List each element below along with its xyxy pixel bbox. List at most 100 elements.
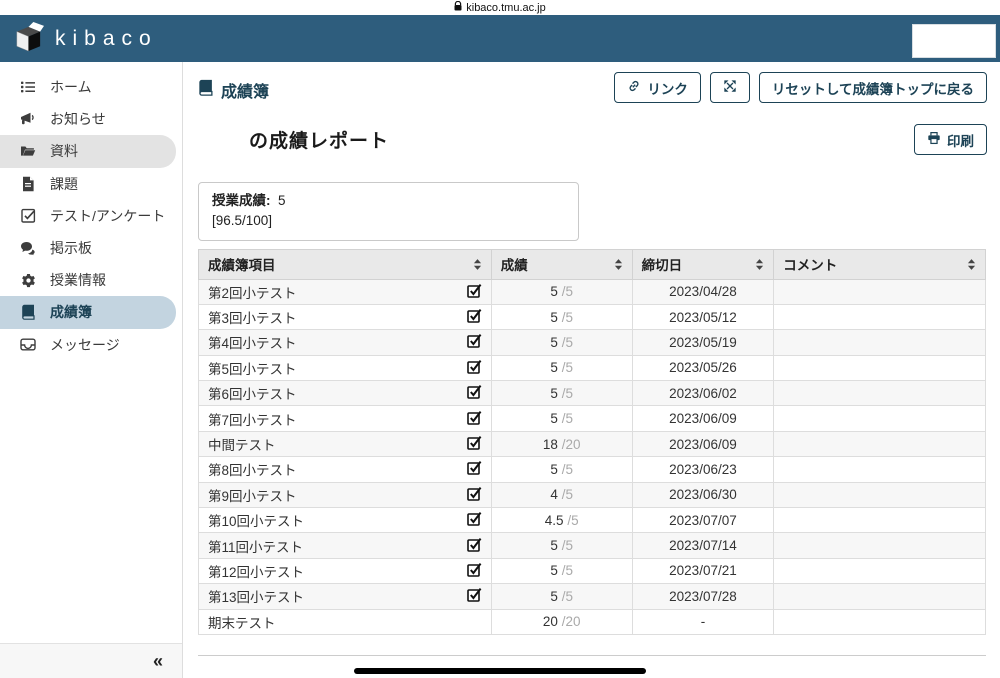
grade-table-header-row: 成績簿項目 成績 締切日 コメント [198,248,986,280]
inbox-icon [19,337,37,352]
comment-cell [773,380,986,407]
score-cell: 5 /5 [490,278,633,305]
username-redaction-box [912,24,996,58]
checked-icon [466,486,482,504]
table-row[interactable]: 第5回小テスト 5 /5 2023/05/26 [198,354,986,382]
item-cell: 第13回小テスト [198,583,492,610]
score-value: 5 [550,461,558,477]
score-cell: 5 /5 [490,532,633,559]
checked-icon [466,384,482,402]
column-header-due[interactable]: 締切日 [631,248,775,280]
checked-icon [466,359,482,377]
score-max: /5 [561,309,573,325]
browser-url-bar[interactable]: kibaco.tmu.ac.jp [0,0,1000,15]
sidebar-item-label: お知らせ [50,111,106,128]
sidebar-item-label: ホーム [50,79,92,96]
column-header-score[interactable]: 成績 [490,248,633,280]
score-max: /5 [567,512,579,528]
table-row[interactable]: 第10回小テスト 4.5 /5 2023/07/07 [198,507,986,534]
sidebar-item-messages[interactable]: メッセージ [0,329,176,361]
score-cell: 4.5 /5 [490,507,633,534]
column-header-comment[interactable]: コメント [773,248,986,280]
item-cell: 第8回小テスト [198,456,492,483]
kibaco-logo-icon[interactable] [13,20,44,58]
table-row[interactable]: 中間テスト 18 /20 2023/06/09 [198,430,986,458]
sidebar-item-forum[interactable]: 掲示板 [0,232,176,264]
toolbar: リンク リセットして成績簿トップに戻る [614,72,987,103]
sort-icon[interactable] [473,258,482,271]
print-button-label: 印刷 [947,133,974,149]
item-label: 第10回小テスト [208,514,305,530]
item-label: 第9回小テスト [208,488,297,504]
sidebar-item-assignments[interactable]: 課題 [0,168,176,200]
score-cell: 5 /5 [490,405,633,432]
item-label: 第6回小テスト [208,387,297,403]
score-value: 5 [550,538,558,554]
sort-icon[interactable] [755,258,764,271]
table-row[interactable]: 第11回小テスト 5 /5 2023/07/14 [198,532,986,559]
item-cell: 第10回小テスト [198,507,492,534]
table-row[interactable]: 第3回小テスト 5 /5 2023/05/12 [198,303,986,331]
score-value: 5 [550,563,558,579]
sort-icon[interactable] [614,258,623,271]
table-row[interactable]: 第8回小テスト 5 /5 2023/06/23 [198,456,986,483]
sidebar-item-materials[interactable]: 資料 [0,135,176,168]
table-row[interactable]: 第12回小テスト 5 /5 2023/07/21 [198,557,986,585]
megaphone-icon [19,111,37,127]
sidebar-item-announcements[interactable]: お知らせ [0,103,176,135]
sidebar-item-course-info[interactable]: 授業情報 [0,264,176,296]
comment-cell [773,507,986,534]
reset-button[interactable]: リセットして成績簿トップに戻る [758,72,987,103]
link-button[interactable]: リンク [614,72,701,103]
comment-cell [773,303,986,331]
score-max: /5 [561,411,573,427]
item-label: 第3回小テスト [208,311,297,327]
item-cell: 第3回小テスト [198,303,492,331]
table-row[interactable]: 第9回小テスト 4 /5 2023/06/30 [198,481,986,509]
item-cell: 第7回小テスト [198,405,492,432]
item-label: 第8回小テスト [208,463,297,479]
item-cell: 期末テスト [198,608,492,635]
item-label: 中間テスト [208,438,276,454]
checked-icon [466,511,482,529]
sidebar: ホーム お知らせ 資料 課題 テスト/アンケート 掲示板 授業情報 成績簿 メッ… [0,62,183,678]
sort-icon[interactable] [967,258,976,271]
list-icon [19,79,37,95]
score-max: /5 [561,284,573,300]
table-row[interactable]: 第2回小テスト 5 /5 2023/04/28 [198,278,986,305]
kibaco-logo-text[interactable]: kibaco [55,27,158,51]
course-grade-value: 5 [278,193,286,208]
page-title: 成績簿 [198,78,269,102]
score-max: /5 [561,385,573,401]
home-indicator-bar[interactable] [354,668,646,674]
sidebar-item-tests[interactable]: テスト/アンケート [0,200,176,232]
score-cell: 5 /5 [490,380,633,407]
sidebar-item-gradebook[interactable]: 成績簿 [0,296,176,329]
due-date: 2023/06/02 [631,380,775,407]
sidebar-collapse-button[interactable]: « [153,652,163,670]
comment-cell [773,456,986,483]
score-cell: 5 /5 [490,557,633,585]
item-label: 第12回小テスト [208,564,305,580]
table-row[interactable]: 第4回小テスト 5 /5 2023/05/19 [198,329,986,356]
table-row[interactable]: 期末テスト 20 /20 - [198,608,986,635]
item-label: 第2回小テスト [208,285,297,301]
score-value: 5 [550,309,558,325]
sidebar-item-label: 成績簿 [50,304,92,321]
course-grade-summary: 授業成績: 5 [96.5/100] [198,182,579,241]
sidebar-item-label: メッセージ [50,336,120,353]
column-header-item[interactable]: 成績簿項目 [198,248,492,280]
table-row[interactable]: 第6回小テスト 5 /5 2023/06/02 [198,380,986,407]
table-row[interactable]: 第7回小テスト 5 /5 2023/06/09 [198,405,986,432]
sidebar-item-label: 掲示板 [50,240,92,257]
expand-arrows-icon [723,79,737,96]
table-row[interactable]: 第13回小テスト 5 /5 2023/07/28 [198,583,986,610]
sidebar-item-home[interactable]: ホーム [0,71,176,103]
checked-icon [466,587,482,605]
link-button-label: リンク [647,81,688,97]
expand-button[interactable] [709,72,750,103]
sidebar-footer: « [0,643,182,678]
print-button[interactable]: 印刷 [914,124,987,155]
score-cell: 5 /5 [490,354,633,382]
comment-cell [773,278,986,305]
